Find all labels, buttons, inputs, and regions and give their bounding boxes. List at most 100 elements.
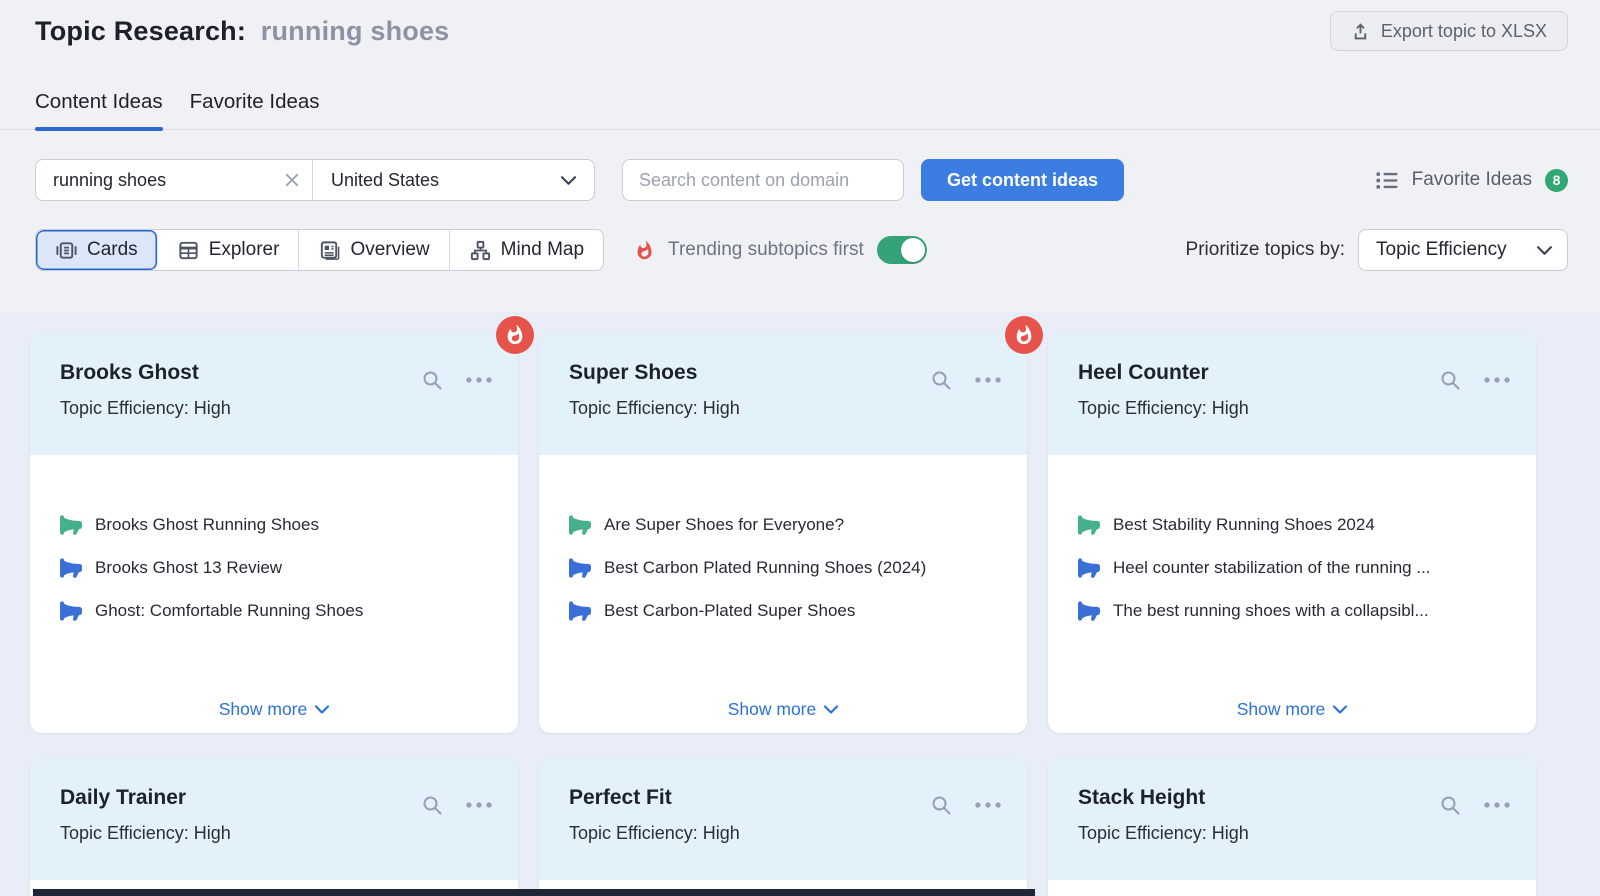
card-items: Best Stability Running Shoes 2024 Heel c… bbox=[1048, 455, 1536, 699]
get-content-ideas-button[interactable]: Get content ideas bbox=[921, 159, 1125, 201]
toggle-knob bbox=[900, 238, 925, 262]
clear-keyword-icon[interactable] bbox=[285, 173, 299, 187]
card-efficiency: Topic Efficiency: High bbox=[1078, 823, 1249, 843]
card-items: Brooks Ghost Running Shoes Brooks Ghost … bbox=[30, 455, 518, 699]
export-button[interactable]: Export topic to XLSX bbox=[1329, 11, 1568, 51]
tabs: Content Ideas Favorite Ideas bbox=[35, 90, 1568, 131]
megaphone-icon bbox=[60, 558, 82, 578]
megaphone-icon bbox=[569, 515, 591, 535]
card-header-text: Brooks Ghost Topic Efficiency: High bbox=[60, 361, 231, 455]
country-select[interactable]: United States bbox=[313, 160, 594, 200]
card-body: Are Super Shoes for Everyone? Best Carbo… bbox=[539, 455, 1027, 733]
fire-icon bbox=[1016, 324, 1032, 345]
topic-card: Brooks Ghost Topic Efficiency: High Broo… bbox=[30, 316, 534, 733]
favorite-ideas-link[interactable]: Favorite Ideas 8 bbox=[1375, 168, 1568, 192]
trending-badge bbox=[1005, 316, 1043, 354]
page-title-prefix: Topic Research: bbox=[35, 15, 247, 46]
keyword-input[interactable] bbox=[53, 169, 285, 191]
card-search-icon[interactable] bbox=[930, 794, 952, 816]
card-search-icon[interactable] bbox=[930, 369, 952, 391]
view-tab-mindmap[interactable]: Mind Map bbox=[450, 230, 603, 270]
card-title: Heel Counter bbox=[1078, 361, 1209, 384]
card-item[interactable]: Best Carbon-Plated Super Shoes bbox=[569, 599, 1001, 623]
domain-input[interactable] bbox=[622, 159, 904, 201]
overview-icon bbox=[321, 240, 340, 260]
card-item[interactable]: Heel counter stabilization of the runnin… bbox=[1078, 556, 1510, 580]
chevron-down-icon bbox=[1333, 705, 1348, 714]
card-item[interactable]: Ghost: Comfortable Running Shoes bbox=[60, 599, 492, 623]
show-more-label: Show more bbox=[727, 699, 817, 719]
megaphone-icon bbox=[60, 515, 82, 535]
card-more-icon[interactable] bbox=[975, 377, 1001, 383]
prioritize-value: Topic Efficiency bbox=[1376, 239, 1507, 260]
view-tab-cards[interactable]: Cards bbox=[36, 230, 158, 270]
show-more-label: Show more bbox=[1236, 699, 1326, 719]
show-more-link[interactable]: Show more bbox=[219, 699, 330, 720]
view-tab-explorer[interactable]: Explorer bbox=[158, 230, 300, 270]
megaphone-icon bbox=[60, 601, 82, 621]
card-items bbox=[1048, 880, 1536, 896]
card-item[interactable]: Best Carbon Plated Running Shoes (2024) bbox=[569, 556, 1001, 580]
prioritize-select[interactable]: Topic Efficiency bbox=[1358, 229, 1568, 271]
headline-text: Are Super Shoes for Everyone? bbox=[604, 515, 845, 534]
chevron-down-icon bbox=[561, 175, 576, 185]
list-icon bbox=[1376, 171, 1398, 189]
card-actions bbox=[421, 367, 492, 393]
show-more-label: Show more bbox=[218, 699, 308, 719]
card-more-icon[interactable] bbox=[1484, 802, 1510, 808]
card-item[interactable]: The best running shoes with a collapsibl… bbox=[1078, 599, 1510, 623]
trending-toggle[interactable] bbox=[876, 236, 927, 264]
headline-text: Best Stability Running Shoes 2024 bbox=[1113, 515, 1375, 534]
view-tab-label: Mind Map bbox=[500, 239, 585, 260]
favorite-ideas-label: Favorite Ideas bbox=[1411, 169, 1532, 190]
card-header: Heel Counter Topic Efficiency: High bbox=[1048, 333, 1536, 455]
card-more-icon[interactable] bbox=[466, 377, 492, 383]
card-more-icon[interactable] bbox=[466, 802, 492, 808]
card-search-icon[interactable] bbox=[1439, 369, 1461, 391]
megaphone-icon bbox=[1078, 515, 1100, 535]
card-efficiency: Topic Efficiency: High bbox=[1078, 398, 1249, 418]
card-more-icon[interactable] bbox=[975, 802, 1001, 808]
export-button-label: Export topic to XLSX bbox=[1380, 20, 1547, 41]
top-section: Topic Research: running shoes Export top… bbox=[0, 0, 1600, 312]
card-item[interactable]: Are Super Shoes for Everyone? bbox=[569, 513, 1001, 537]
export-icon bbox=[1354, 22, 1367, 39]
show-more-link[interactable]: Show more bbox=[728, 699, 839, 720]
show-more-link[interactable]: Show more bbox=[1237, 699, 1348, 720]
card-efficiency: Topic Efficiency: High bbox=[569, 823, 740, 843]
chevron-down-icon bbox=[824, 705, 839, 714]
card-header: Brooks Ghost Topic Efficiency: High bbox=[30, 333, 518, 455]
view-switcher: Cards Explorer Overview Mind Map bbox=[35, 229, 605, 271]
card-actions bbox=[930, 367, 1001, 393]
card-search-icon[interactable] bbox=[421, 369, 443, 391]
tab-content-ideas[interactable]: Content Ideas bbox=[35, 90, 163, 131]
prioritize-label: Prioritize topics by: bbox=[1185, 239, 1345, 260]
headline-text: Best Carbon-Plated Super Shoes bbox=[604, 601, 856, 620]
view-tab-overview[interactable]: Overview bbox=[299, 230, 450, 270]
card-efficiency: Topic Efficiency: High bbox=[60, 398, 231, 418]
favorites-count-badge: 8 bbox=[1545, 168, 1568, 192]
card-item[interactable]: Brooks Ghost 13 Review bbox=[60, 556, 492, 580]
megaphone-icon bbox=[1078, 601, 1100, 621]
card-efficiency: Topic Efficiency: High bbox=[569, 398, 740, 418]
card-actions bbox=[1439, 367, 1510, 393]
search-toolbar: United States Get content ideas Favorite… bbox=[35, 159, 1568, 201]
card-title: Brooks Ghost bbox=[60, 361, 199, 384]
card-body: Brooks Ghost Running Shoes Brooks Ghost … bbox=[30, 455, 518, 733]
card-search-icon[interactable] bbox=[421, 794, 443, 816]
card-more-icon[interactable] bbox=[1484, 377, 1510, 383]
fire-icon bbox=[507, 324, 523, 345]
chevron-down-icon bbox=[1537, 245, 1552, 255]
tab-favorite-ideas[interactable]: Favorite Ideas bbox=[190, 90, 320, 129]
megaphone-icon bbox=[1078, 558, 1100, 578]
mindmap-icon bbox=[470, 240, 490, 260]
card-item[interactable]: Brooks Ghost Running Shoes bbox=[60, 513, 492, 537]
topic-card: Super Shoes Topic Efficiency: High Are S… bbox=[539, 316, 1043, 733]
card-search-icon[interactable] bbox=[1439, 794, 1461, 816]
topic-card: Daily Trainer Topic Efficiency: High bbox=[30, 758, 518, 896]
card-header: Daily Trainer Topic Efficiency: High bbox=[30, 758, 518, 880]
card-actions bbox=[930, 792, 1001, 818]
card-title: Super Shoes bbox=[569, 361, 698, 384]
card-item[interactable]: Best Stability Running Shoes 2024 bbox=[1078, 513, 1510, 537]
topic-card: Stack Height Topic Efficiency: High bbox=[1048, 758, 1536, 896]
